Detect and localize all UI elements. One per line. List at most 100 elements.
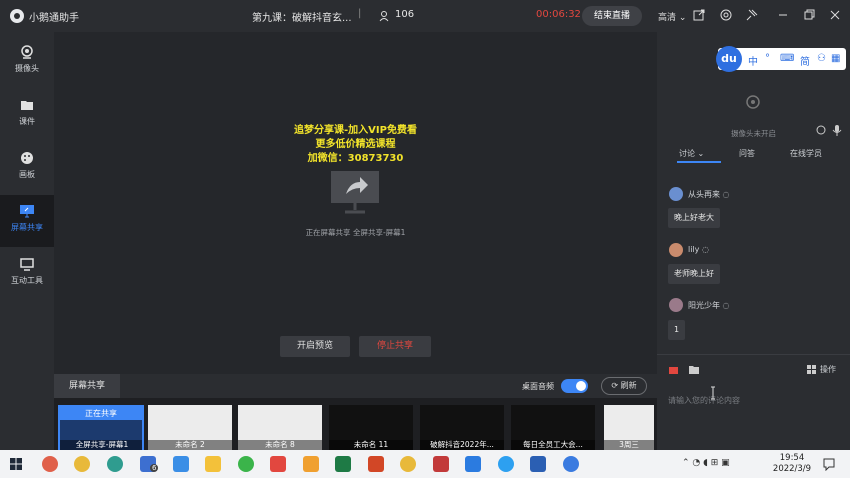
quality-select[interactable]: 高清 ⌄	[658, 10, 686, 23]
folder-icon[interactable]	[688, 364, 700, 375]
ime-punct-key[interactable]: °	[765, 53, 770, 64]
edge-icon[interactable]	[107, 456, 123, 472]
share-toolbar: 屏幕共享 桌面音频 ⟳ 刷新	[54, 374, 657, 398]
refresh-button[interactable]: ⟳ 刷新	[601, 377, 647, 395]
author-name: 从头再来	[688, 190, 720, 199]
ime-lang-key[interactable]: 中	[748, 53, 758, 68]
ime-simplified-key[interactable]: 简	[800, 53, 810, 68]
ime-toolbar[interactable]: du 中 ° ⌨ 简 ⚇ ▦	[716, 46, 846, 72]
sidebar-item-camera[interactable]: 摄像头	[0, 36, 54, 88]
mail-badge: 6	[150, 464, 159, 472]
tray-icons[interactable]: ⌃ ◔ ◖ ⊞ ▣	[682, 458, 730, 468]
share-source-thumb[interactable]: 破解抖音2022年...	[420, 405, 504, 450]
chat-input-area: 操作 请输入您的评论内容	[657, 354, 850, 451]
notification-icon[interactable]	[822, 457, 836, 471]
share-source-thumb[interactable]: 未命名 2	[148, 405, 232, 450]
app-icon[interactable]	[173, 456, 189, 472]
mail-icon[interactable]: 6	[140, 456, 159, 472]
active-tab-indicator	[677, 161, 721, 163]
screen-share-icon	[20, 205, 34, 218]
file-explorer-icon[interactable]	[205, 456, 221, 472]
promo-line-2: 更多低价精选课程	[315, 139, 396, 150]
thumb-caption: 3周三	[604, 440, 654, 450]
app-icon[interactable]	[465, 456, 481, 472]
preview-button[interactable]: 开启预览	[280, 336, 350, 357]
app-icon[interactable]	[42, 456, 58, 472]
promo-line-1: 追梦分享课-加入VIP免费看	[294, 125, 417, 136]
excel-icon[interactable]	[335, 456, 351, 472]
export-icon[interactable]	[692, 8, 706, 22]
ime-user-icon[interactable]: ⚇	[817, 53, 826, 64]
viewers-icon	[379, 11, 389, 22]
right-panel: 摄像头未开启 讨论 ⌄ 问答 在线学员 从头再来 ◌ 晚上好老大 lily ◌ …	[657, 32, 850, 451]
refresh-label: 刷新	[620, 381, 637, 390]
author-name: lily	[688, 245, 700, 254]
sidebar-item-courseware[interactable]: 课件	[0, 89, 54, 141]
chrome-icon[interactable]	[400, 456, 416, 472]
clock-time: 19:54	[779, 453, 805, 463]
gift-icon[interactable]	[668, 364, 679, 375]
minimize-icon[interactable]	[776, 8, 790, 22]
sidebar-item-whiteboard[interactable]: 画板	[0, 142, 54, 194]
tab-screen-share[interactable]: 屏幕共享	[54, 374, 120, 398]
viewer-count: 106	[395, 9, 415, 20]
thumb-caption: 未命名 8	[238, 440, 322, 450]
operations-button[interactable]: 操作	[820, 364, 836, 375]
quality-value: 高清	[658, 13, 677, 23]
promo-line-3: 加微信：30873730	[307, 153, 404, 164]
sidebar-label-tools: 互动工具	[11, 276, 43, 285]
course-title: 第九课：破解抖音玄...	[252, 13, 352, 24]
close-icon[interactable]	[828, 8, 842, 22]
system-clock[interactable]: 19:54 2022/3/9	[770, 453, 814, 475]
title-separator: |	[358, 8, 362, 19]
ime-keyboard-icon[interactable]: ⌨	[780, 53, 794, 64]
share-source-thumb[interactable]: 3周三	[604, 405, 654, 450]
word-icon[interactable]	[530, 456, 546, 472]
app-icon[interactable]	[270, 456, 286, 472]
avatar	[669, 187, 683, 201]
end-live-button[interactable]: 结束直播	[582, 6, 642, 26]
app-icon[interactable]	[433, 456, 449, 472]
share-stage: 追梦分享课-加入VIP免费看 更多低价精选课程 加微信：30873730 正在屏…	[54, 32, 657, 374]
sidebar-item-screen-share[interactable]: 屏幕共享	[0, 195, 54, 247]
sidebar-label-screen-share: 屏幕共享	[11, 223, 43, 232]
camera-settings-icon[interactable]	[815, 124, 827, 136]
clock-date: 2022/3/9	[772, 464, 812, 474]
desktop-audio-toggle[interactable]	[561, 379, 588, 393]
chat-tabs: 讨论 ⌄ 问答 在线学员	[657, 145, 850, 165]
powerpoint-icon[interactable]	[368, 456, 384, 472]
thumb-caption: 未命名 2	[148, 440, 232, 450]
left-sidebar: 摄像头 课件 画板 屏幕共享 互动工具	[0, 32, 54, 450]
tab-discussion[interactable]: 讨论 ⌄	[679, 148, 704, 159]
settings-icon[interactable]	[719, 8, 733, 22]
wechat-icon[interactable]	[238, 456, 254, 472]
tools-icon	[20, 258, 34, 271]
share-source-thumb[interactable]: 每日全员工大会...	[511, 405, 595, 450]
share-source-list: 正在共享 全屏共享-屏幕1 未命名 2 未命名 8 未命名 11 破解抖音202…	[54, 398, 657, 450]
author-name: 阳光少年	[688, 301, 720, 310]
chrome-icon[interactable]	[74, 456, 90, 472]
ime-grid-icon[interactable]: ▦	[831, 53, 840, 64]
avatar	[669, 298, 683, 312]
refresh-icon: ⟳	[611, 381, 619, 390]
stop-share-button[interactable]: 停止共享	[359, 336, 431, 357]
message-author: 从头再来 ◌	[688, 190, 730, 199]
restore-icon[interactable]	[802, 8, 816, 22]
screen-sharing-icon	[331, 171, 379, 214]
app-icon[interactable]	[563, 456, 579, 472]
tab-qa[interactable]: 问答	[739, 148, 755, 159]
tab-online-students[interactable]: 在线学员	[790, 148, 822, 159]
sharing-badge: 正在共享	[60, 407, 142, 420]
share-source-thumb[interactable]: 未命名 8	[238, 405, 322, 450]
comment-input[interactable]: 请输入您的评论内容	[668, 395, 740, 406]
app-icon[interactable]	[303, 456, 319, 472]
pin-icon[interactable]	[745, 8, 759, 22]
sidebar-item-tools[interactable]: 互动工具	[0, 248, 54, 300]
share-source-thumb[interactable]: 未命名 11	[329, 405, 413, 450]
windows-start-icon[interactable]	[10, 458, 22, 470]
share-status: 正在屏幕共享 全屏共享-屏幕1	[305, 228, 406, 237]
sidebar-label-camera: 摄像头	[15, 64, 39, 73]
share-source-thumb[interactable]: 正在共享 全屏共享-屏幕1	[58, 405, 144, 450]
microphone-icon[interactable]	[832, 124, 842, 136]
app-icon[interactable]	[498, 456, 514, 472]
